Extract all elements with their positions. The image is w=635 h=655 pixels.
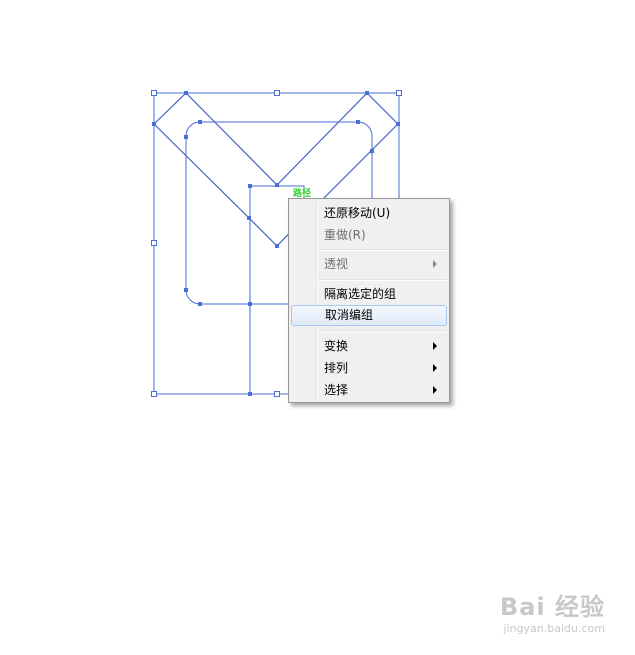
menu-item-label: 取消编组 xyxy=(325,308,374,322)
menu-item-label: 还原移动(U) xyxy=(324,206,391,220)
menu-item-label: 排列 xyxy=(324,361,349,375)
menu-separator xyxy=(318,330,447,332)
menu-separator xyxy=(318,249,447,251)
watermark-url: jingyan.baidu.com xyxy=(503,622,605,635)
menu-item-label: 重做(R) xyxy=(324,228,366,242)
menu-item-label: 隔离选定的组 xyxy=(324,287,397,301)
menu-item-undo-move[interactable]: 还原移动(U) xyxy=(291,203,447,224)
submenu-arrow-icon xyxy=(433,342,437,350)
watermark: Bai 经验 jingyan.baidu.com xyxy=(500,587,605,635)
menu-item-label: 变换 xyxy=(324,339,349,353)
watermark-logo: Bai 经验 xyxy=(499,593,605,621)
menu-item-label: 选择 xyxy=(324,383,349,397)
menu-item-select[interactable]: 选择 xyxy=(291,380,447,401)
submenu-arrow-icon xyxy=(433,386,437,394)
menu-item-arrange[interactable]: 排列 xyxy=(291,358,447,379)
menu-item-redo[interactable]: 重做(R) xyxy=(291,225,447,246)
context-menu: 还原移动(U) 重做(R) 透视 隔离选定的组 取消编组 变换 排列 选择 xyxy=(288,198,450,403)
submenu-arrow-icon xyxy=(433,364,437,372)
submenu-arrow-icon xyxy=(433,260,437,268)
menu-item-ungroup[interactable]: 取消编组 xyxy=(291,305,447,326)
menu-item-label: 透视 xyxy=(324,257,349,271)
menu-item-isolate-group[interactable]: 隔离选定的组 xyxy=(291,284,447,305)
menu-separator xyxy=(318,279,447,281)
menu-item-transform[interactable]: 变换 xyxy=(291,336,447,357)
menu-item-perspective[interactable]: 透视 xyxy=(291,254,447,275)
